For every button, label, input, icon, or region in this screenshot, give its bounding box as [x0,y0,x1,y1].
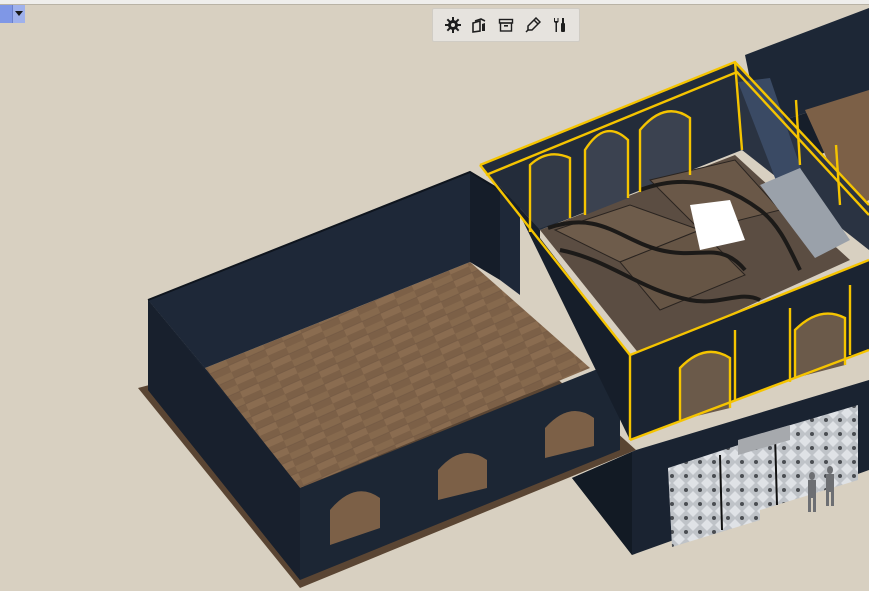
component-button[interactable] [468,14,490,36]
gear-icon [444,17,461,33]
settings-button[interactable] [442,14,464,36]
edit-button[interactable] [522,14,544,36]
3d-viewport[interactable] [0,0,869,591]
component-icon [472,18,486,33]
archive-icon [498,18,514,32]
wrench-screwdriver-icon [554,18,566,32]
eraser-pencil-icon [525,17,541,33]
archive-button[interactable] [495,14,517,36]
floating-toolbar [432,8,580,42]
tools-button[interactable] [548,14,570,36]
